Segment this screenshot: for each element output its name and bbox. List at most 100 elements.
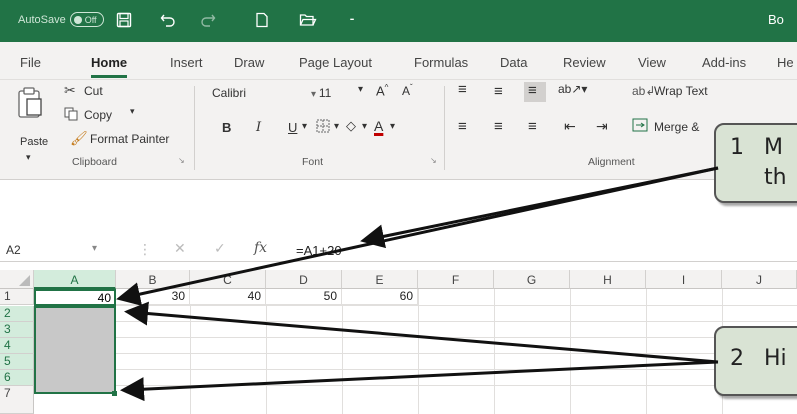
align-left-icon[interactable]: ≡ — [458, 118, 467, 135]
gridline — [494, 289, 495, 414]
save-icon[interactable] — [114, 10, 134, 30]
format-painter-button[interactable]: Format Painter — [90, 132, 169, 146]
fill-color-icon[interactable]: ◇ — [346, 118, 356, 134]
tab-add-ins[interactable]: Add-ins — [702, 55, 746, 70]
cut-button[interactable]: Cut — [84, 84, 103, 98]
borders-dropdown-icon[interactable]: ▾ — [334, 121, 339, 132]
insert-function-icon[interactable]: fx — [254, 240, 267, 256]
tab-file[interactable]: File — [20, 55, 41, 70]
align-middle-icon[interactable]: ≡ — [494, 83, 503, 100]
borders-icon[interactable] — [316, 119, 330, 136]
callout-step-1: 1 M th — [714, 123, 797, 203]
tab-formulas[interactable]: Formulas — [414, 55, 468, 70]
row-header-2[interactable]: 2 — [0, 306, 34, 322]
name-box-dropdown-icon[interactable]: ▾ — [92, 243, 97, 254]
column-header-f[interactable]: F — [418, 270, 494, 289]
font-name-select[interactable]: Calibri — [206, 82, 306, 104]
font-color-icon[interactable]: A — [374, 118, 383, 134]
column-header-g[interactable]: G — [494, 270, 570, 289]
format-painter-icon: 🖌 — [70, 130, 88, 146]
row-header-5[interactable]: 5 — [0, 354, 34, 370]
paste-icon[interactable] — [16, 86, 44, 123]
align-center-icon[interactable]: ≡ — [494, 118, 503, 135]
underline-icon[interactable]: U — [288, 120, 297, 135]
align-right-icon[interactable]: ≡ — [528, 118, 537, 135]
cancel-icon[interactable]: ✕ — [174, 240, 186, 257]
callout-2-line1: Hi — [764, 346, 787, 371]
fill-dropdown-icon[interactable]: ▾ — [362, 121, 367, 132]
decrease-indent-icon[interactable]: ⇤ — [564, 118, 576, 135]
ribbon: Paste ▾ ✂ Cut Copy ▾ 🖌 Format Painter Cl… — [0, 80, 797, 180]
gridline — [116, 321, 797, 322]
column-header-d[interactable]: D — [266, 270, 342, 289]
cell-d1[interactable]: 50 — [266, 289, 342, 305]
column-header-h[interactable]: H — [570, 270, 646, 289]
increase-indent-icon[interactable]: ⇥ — [596, 118, 608, 135]
cell-c1[interactable]: 40 — [190, 289, 266, 305]
autosave-toggle[interactable]: AutoSave Off — [18, 12, 104, 27]
align-bottom-icon[interactable]: ≡ — [524, 82, 546, 102]
copy-dropdown-icon[interactable]: ▾ — [130, 106, 135, 117]
fill-handle[interactable] — [112, 391, 117, 396]
column-header-c[interactable]: C — [190, 270, 266, 289]
shrink-font-icon[interactable]: Aˇ — [402, 83, 413, 98]
gridline — [266, 305, 267, 414]
separator — [444, 86, 445, 170]
row-header-1[interactable]: 1 — [0, 289, 34, 305]
column-header-b[interactable]: B — [116, 270, 190, 289]
paste-button[interactable]: Paste — [20, 136, 48, 148]
clipboard-launcher-icon[interactable]: ↘ — [178, 156, 185, 165]
tab-home[interactable]: Home — [91, 55, 128, 78]
ribbon-tabs: File Home Insert Draw Page Layout Formul… — [0, 42, 797, 80]
tab-data[interactable]: Data — [500, 55, 527, 70]
row-header-6[interactable]: 6 — [0, 370, 34, 386]
tab-view[interactable]: View — [638, 55, 666, 70]
cell-b1[interactable]: 30 — [116, 289, 190, 305]
column-header-a[interactable]: A — [34, 270, 116, 289]
undo-icon[interactable] — [158, 10, 178, 30]
autosave-label: AutoSave — [18, 13, 66, 26]
row-header-4[interactable]: 4 — [0, 338, 34, 354]
underline-dropdown-icon[interactable]: ▾ — [302, 121, 307, 132]
row-header-3[interactable]: 3 — [0, 322, 34, 338]
autosave-state: Off — [84, 14, 97, 25]
orientation-icon[interactable]: ab↗▾ — [558, 82, 587, 96]
tab-draw[interactable]: Draw — [234, 55, 264, 70]
italic-icon[interactable]: I — [256, 120, 261, 135]
grow-font-icon[interactable]: A^ — [376, 83, 388, 98]
column-header-e[interactable]: E — [342, 270, 418, 289]
font-launcher-icon[interactable]: ↘ — [430, 156, 437, 165]
active-cell-a2[interactable]: 40 — [34, 289, 116, 306]
select-all-corner[interactable] — [0, 270, 34, 289]
autosave-switch[interactable]: Off — [69, 12, 104, 27]
row-header-7[interactable]: 7 — [0, 386, 34, 414]
cell-e1[interactable]: 60 — [342, 289, 418, 305]
copy-button[interactable]: Copy — [84, 108, 112, 122]
open-folder-icon[interactable] — [298, 10, 318, 30]
callout-2-number: 2 — [730, 346, 744, 371]
formula-input[interactable]: =A1+20 — [296, 243, 342, 258]
tab-review[interactable]: Review — [563, 55, 606, 70]
bold-icon[interactable]: B — [222, 120, 231, 135]
name-box[interactable]: A2 — [2, 239, 130, 263]
paste-dropdown-icon[interactable]: ▾ — [26, 152, 31, 163]
window-title: Bo — [768, 12, 784, 27]
redo-icon[interactable] — [198, 10, 218, 30]
align-top-icon[interactable]: ≡ — [458, 81, 467, 98]
tab-insert[interactable]: Insert — [170, 55, 203, 70]
selected-range-a2-a6[interactable] — [34, 306, 116, 394]
enter-icon[interactable]: ✓ — [214, 240, 226, 257]
font-size-caret-icon: ▾ — [311, 89, 319, 100]
font-size-select[interactable]: ▾ 11 — [305, 82, 353, 104]
merge-button[interactable]: Merge & — [654, 120, 699, 134]
quick-access-dropdown-icon[interactable]: ⁃ — [342, 10, 362, 30]
font-size-dropdown-icon[interactable]: ▾ — [358, 84, 363, 95]
column-header-i[interactable]: I — [646, 270, 722, 289]
new-file-icon[interactable] — [252, 10, 272, 30]
tab-help[interactable]: He — [777, 55, 794, 70]
column-header-j[interactable]: J — [722, 270, 797, 289]
font-color-dropdown-icon[interactable]: ▾ — [390, 121, 395, 132]
font-name-value: Calibri — [212, 86, 247, 100]
tab-page-layout[interactable]: Page Layout — [299, 55, 372, 70]
wrap-text-button[interactable]: Wrap Text — [654, 84, 708, 98]
